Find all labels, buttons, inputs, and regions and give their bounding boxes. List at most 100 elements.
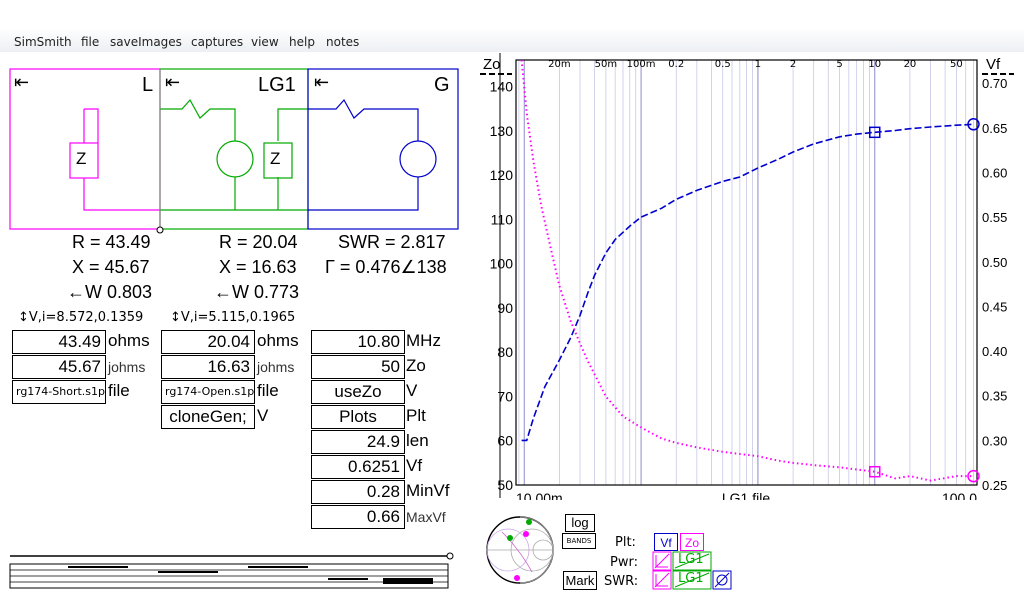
swr-label: SWR: <box>604 574 639 589</box>
LG1-file-field[interactable]: rg174-Open.s1p <box>161 380 255 404</box>
x-axis-center-label: LG1.file <box>722 490 770 500</box>
L-power-readout: ←W 0.803 <box>67 282 153 302</box>
left-tick-label: 50 <box>497 477 513 493</box>
log-button[interactable]: log <box>565 514 595 532</box>
L-block-label: L <box>142 74 154 96</box>
G-length-unit: len <box>406 431 429 450</box>
LG1-johms-unit: johms <box>257 359 295 375</box>
L-reactance-readout: X = 45.67 <box>72 257 150 277</box>
L-file-field[interactable]: rg174-Short.s1p <box>12 380 106 404</box>
right-axis-title: Vf <box>986 56 1001 73</box>
chart-series <box>520 59 980 483</box>
G-usezo-field[interactable]: useZo <box>311 380 405 404</box>
LG1-block-label: LG1 <box>258 74 296 96</box>
LG1-ohms-unit: ohms <box>257 331 299 350</box>
LG1-clone-gen-field[interactable]: cloneGen; <box>161 405 255 429</box>
left-tick-label: 80 <box>497 344 513 360</box>
vf-zo-chart[interactable]: 20m 50m 100m 0.2 0.5 1 2 5 10 20 50 50 60 70 80 90 100 11… <box>470 52 1024 500</box>
L-johms-unit: johms <box>108 359 146 375</box>
x-top-tick-label: 100m <box>627 59 656 70</box>
menu-help[interactable]: help <box>289 35 315 49</box>
plt-label: Plt: <box>615 535 636 550</box>
G-frequency-field[interactable]: 10.80 <box>311 330 405 354</box>
x-top-tick-label: 20m <box>548 59 570 70</box>
G-maxvf-field[interactable]: 0.66 <box>311 505 405 529</box>
L-arrow-icon[interactable]: ⇤ <box>14 72 29 93</box>
x-top-tick-label: 0.2 <box>668 59 684 70</box>
L-johms-field[interactable]: 45.67 <box>12 355 106 379</box>
x-top-tick-label: 0.5 <box>715 59 731 70</box>
LG1-arrow-icon[interactable]: ⇤ <box>165 72 180 93</box>
G-source-circle <box>399 140 437 178</box>
L-z-label: Z <box>76 149 87 168</box>
G-usezo-unit: V <box>406 381 418 400</box>
x-axis-right-label: 100.0 <box>942 490 977 500</box>
plot-vf-chip[interactable]: Vf <box>654 533 678 551</box>
chart-grid <box>518 60 974 485</box>
G-block-label: G <box>434 74 450 96</box>
smith-chart-mini[interactable] <box>482 512 562 588</box>
L-ohms-unit: ohms <box>108 331 150 350</box>
right-tick-label: 0.30 <box>982 433 1007 448</box>
chart-ticks: 20m 50m 100m 0.2 0.5 1 2 5 10 20 50 50 60 70 80 90 100 11… <box>490 59 1008 493</box>
pwr-lg1-chip[interactable]: LG1 <box>678 552 704 567</box>
x-top-tick-label: 20 <box>904 59 917 70</box>
swr-lg1-chip[interactable]: LG1 <box>678 571 704 586</box>
LG1-reactance-readout: X = 16.63 <box>219 257 297 277</box>
right-tick-label: 0.50 <box>982 255 1007 270</box>
x-top-tick-label: 10 <box>868 59 881 70</box>
G-zo-unit: Zo <box>406 356 426 375</box>
left-tick-label: 60 <box>497 433 513 449</box>
mark-button[interactable]: Mark <box>563 571 597 590</box>
right-tick-label: 0.60 <box>982 166 1007 181</box>
G-arrow-icon[interactable]: ⇤ <box>314 72 329 93</box>
plot-zo-chip[interactable]: Zo <box>680 533 704 551</box>
LG1-ohms-field[interactable]: 20.04 <box>161 330 255 354</box>
right-tick-label: 0.40 <box>982 344 1007 359</box>
G-length-field[interactable]: 24.9 <box>311 430 405 454</box>
x-axis-left-label: 10.00m <box>516 490 563 500</box>
x-top-tick-label: 50m <box>595 59 617 70</box>
G-frequency-unit: MHz <box>406 331 441 350</box>
left-tick-label: 130 <box>490 123 514 139</box>
LG1-johms-field[interactable]: 16.63 <box>161 355 255 379</box>
LG1-clone-unit: V <box>257 406 269 425</box>
G-vf-field[interactable]: 0.6251 <box>311 455 405 479</box>
menu-view[interactable]: view <box>251 35 279 49</box>
x-top-tick-label: 2 <box>790 59 796 70</box>
left-tick-label: 100 <box>490 256 514 272</box>
menu-notes[interactable]: notes <box>326 35 359 49</box>
x-top-tick-label: 1 <box>755 59 761 70</box>
G-plots-field[interactable]: Plots <box>311 405 405 429</box>
menu-bar: SimSmith file saveImages captures view h… <box>0 28 1024 52</box>
G-minvf-field[interactable]: 0.28 <box>311 480 405 504</box>
left-tick-label: 90 <box>497 300 513 316</box>
G-plots-unit: Plt <box>406 406 426 425</box>
timeline-strip[interactable] <box>8 550 454 592</box>
right-tick-label: 0.35 <box>982 389 1007 404</box>
right-tick-label: 0.55 <box>982 210 1007 225</box>
left-axis-title: Zo <box>483 56 501 73</box>
LG1-resistance-readout: R = 20.04 <box>219 232 298 252</box>
right-tick-label: 0.45 <box>982 299 1007 314</box>
LG1-power-readout: ←W 0.773 <box>214 282 300 302</box>
LG1-vi-readout: ↕V,i=5.115,0.1965 <box>170 310 296 325</box>
right-tick-label: 0.25 <box>982 478 1007 493</box>
LG1-z-label: Z <box>270 149 281 168</box>
left-tick-label: 70 <box>497 388 513 404</box>
series-line-vf <box>521 123 974 442</box>
L-ohms-field[interactable]: 43.49 <box>12 330 106 354</box>
G-minvf-unit: MinVf <box>406 481 450 500</box>
right-tick-label: 0.70 <box>982 76 1007 91</box>
G-maxvf-unit: MaxVf <box>406 509 446 525</box>
menu-saveimages[interactable]: saveImages <box>110 35 182 49</box>
L-resistance-readout: R = 43.49 <box>72 232 151 252</box>
menu-simsmith[interactable]: SimSmith <box>14 35 72 49</box>
left-tick-label: 120 <box>490 167 514 183</box>
G-zo-field[interactable]: 50 <box>311 355 405 379</box>
x-top-tick-label: 5 <box>836 59 842 70</box>
menu-file[interactable]: file <box>81 35 99 49</box>
menu-captures[interactable]: captures <box>191 35 243 49</box>
bands-button[interactable]: BANDS <box>562 533 596 549</box>
LG1-source-circle <box>216 140 254 178</box>
